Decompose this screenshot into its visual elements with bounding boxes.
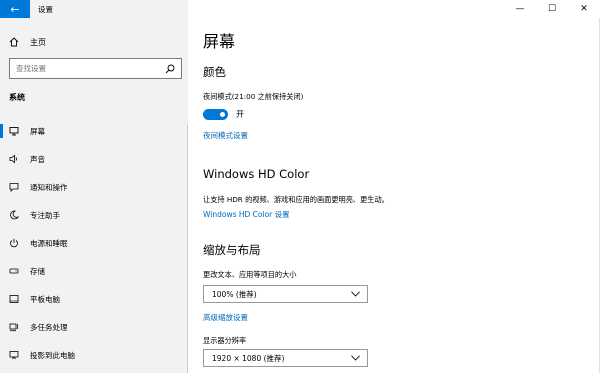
chevron-down-icon bbox=[351, 291, 360, 297]
sidebar-item-label: 专注助手 bbox=[30, 210, 60, 220]
sidebar-item-tablet[interactable]: 平板电脑 bbox=[0, 291, 188, 307]
search-placeholder: 查找设置 bbox=[16, 64, 46, 73]
sidebar-item-label: 主页 bbox=[30, 37, 46, 47]
back-arrow-icon: ← bbox=[10, 2, 20, 16]
night-light-settings-link[interactable]: 夜间模式设置 bbox=[203, 130, 248, 141]
sidebar-item-multitasking[interactable]: 多任务处理 bbox=[0, 319, 188, 335]
color-heading: 颜色 bbox=[203, 65, 226, 79]
search-input[interactable]: 查找设置 bbox=[9, 58, 182, 79]
sidebar-item-sound[interactable]: 声音 bbox=[0, 151, 188, 167]
storage-icon bbox=[9, 268, 19, 274]
sidebar-item-label: 投影到此电脑 bbox=[30, 350, 75, 360]
scale-dropdown[interactable]: 100% (推荐) bbox=[203, 285, 368, 303]
sidebar-item-label: 屏幕 bbox=[30, 126, 45, 136]
minimize-icon: — bbox=[515, 4, 525, 14]
scale-value: 100% (推荐) bbox=[212, 289, 257, 299]
toggle-knob bbox=[220, 112, 225, 117]
night-light-state: 开 bbox=[236, 110, 244, 119]
power-icon bbox=[10, 238, 18, 248]
window-controls: — ☐ ✕ bbox=[504, 0, 600, 18]
home-icon bbox=[9, 37, 19, 47]
back-button[interactable]: ← bbox=[0, 0, 30, 18]
sidebar: ← 设置 主页 查找设置 系统 屏幕 声音 通知和操作 专注助手 电源和睡眠 存… bbox=[0, 0, 188, 373]
sidebar-item-label: 存储 bbox=[30, 266, 45, 276]
multitask-icon bbox=[9, 323, 18, 332]
night-light-label: 夜间模式(21:00 之前保持关闭) bbox=[203, 92, 304, 101]
project-icon bbox=[9, 351, 19, 360]
sidebar-item-label: 声音 bbox=[30, 154, 45, 164]
resolution-label: 显示器分辨率 bbox=[203, 336, 247, 345]
sidebar-item-project[interactable]: 投影到此电脑 bbox=[0, 347, 188, 363]
tablet-icon bbox=[9, 295, 19, 303]
sidebar-item-label: 电源和睡眠 bbox=[30, 238, 68, 248]
notification-icon bbox=[9, 183, 19, 192]
resolution-value: 1920 × 1080 (推荐) bbox=[212, 353, 285, 363]
section-label: 系统 bbox=[9, 93, 25, 102]
sidebar-item-display[interactable]: 屏幕 bbox=[0, 123, 188, 139]
sidebar-item-storage[interactable]: 存储 bbox=[0, 263, 188, 279]
page-title: 屏幕 bbox=[203, 32, 236, 51]
sidebar-item-power[interactable]: 电源和睡眠 bbox=[0, 235, 188, 251]
close-button[interactable]: ✕ bbox=[568, 0, 600, 18]
scale-label: 更改文本、应用等项目的大小 bbox=[203, 270, 297, 279]
hdr-description: 让支持 HDR 的视频、游戏和应用的画面更明亮、更生动。 bbox=[203, 195, 389, 204]
night-light-toggle[interactable] bbox=[203, 109, 228, 120]
scale-heading: 缩放与布局 bbox=[203, 243, 261, 257]
app-title: 设置 bbox=[38, 4, 53, 14]
maximize-button[interactable]: ☐ bbox=[536, 0, 568, 18]
speaker-icon bbox=[9, 154, 17, 164]
monitor-icon bbox=[9, 127, 19, 136]
hdr-settings-link[interactable]: Windows HD Color 设置 bbox=[203, 209, 290, 220]
search-icon bbox=[165, 64, 175, 73]
sidebar-item-focus-assist[interactable]: 专注助手 bbox=[0, 207, 188, 223]
close-icon: ✕ bbox=[580, 4, 588, 14]
sidebar-item-label: 通知和操作 bbox=[30, 182, 68, 192]
title-bar: ← 设置 bbox=[0, 0, 188, 18]
chevron-down-icon bbox=[351, 355, 360, 361]
minimize-button[interactable]: — bbox=[504, 0, 536, 18]
active-marker bbox=[0, 124, 3, 138]
maximize-icon: ☐ bbox=[547, 4, 557, 14]
resolution-dropdown[interactable]: 1920 × 1080 (推荐) bbox=[203, 349, 368, 367]
main-content: 屏幕 颜色 夜间模式(21:00 之前保持关闭) 开 夜间模式设置 Window… bbox=[188, 0, 600, 373]
sidebar-item-home[interactable]: 主页 bbox=[0, 34, 188, 50]
sidebar-item-label: 平板电脑 bbox=[30, 294, 60, 304]
moon-icon bbox=[10, 210, 19, 220]
sidebar-item-label: 多任务处理 bbox=[30, 322, 68, 332]
sidebar-item-notifications[interactable]: 通知和操作 bbox=[0, 179, 188, 195]
advanced-scaling-link[interactable]: 高级缩放设置 bbox=[203, 312, 248, 323]
hdr-heading: Windows HD Color bbox=[203, 167, 310, 181]
